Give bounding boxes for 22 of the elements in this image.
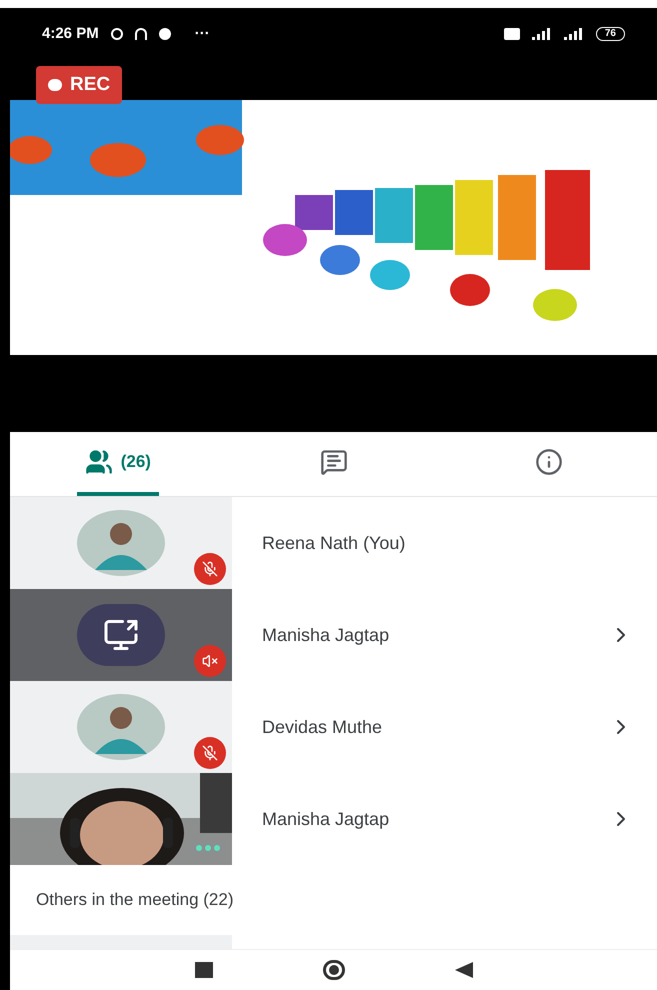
more-indicator: ···: [194, 24, 210, 44]
participant-row[interactable]: Reena Nath (You): [10, 497, 657, 589]
recording-badge: REC: [36, 66, 122, 104]
participant-name: Devidas Muthe: [262, 716, 382, 738]
signal-icon: [564, 28, 584, 40]
participant-name: Manisha Jagtap: [262, 808, 390, 831]
back-icon[interactable]: [454, 962, 472, 978]
participant-row[interactable]: Manisha Jagtap: [10, 773, 657, 865]
signal-icon: [532, 28, 552, 40]
participant-name: Reena Nath (You): [262, 532, 406, 555]
chat-icon: [320, 448, 348, 476]
clock: 4:26 PM: [42, 24, 99, 44]
participant-name: Manisha Jagtap: [262, 624, 390, 647]
screen-share-icon: [103, 617, 139, 653]
section-heading: Others in the meeting (22): [36, 889, 234, 912]
info-icon: [535, 448, 564, 476]
participant-row[interactable]: Manisha Jagtap: [10, 589, 657, 681]
participant-row[interactable]: Devidas Muthe: [10, 681, 657, 773]
home-icon[interactable]: [322, 960, 344, 980]
battery-indicator: 76: [596, 27, 625, 41]
recents-icon[interactable]: [194, 962, 212, 978]
people-icon: [84, 448, 113, 476]
